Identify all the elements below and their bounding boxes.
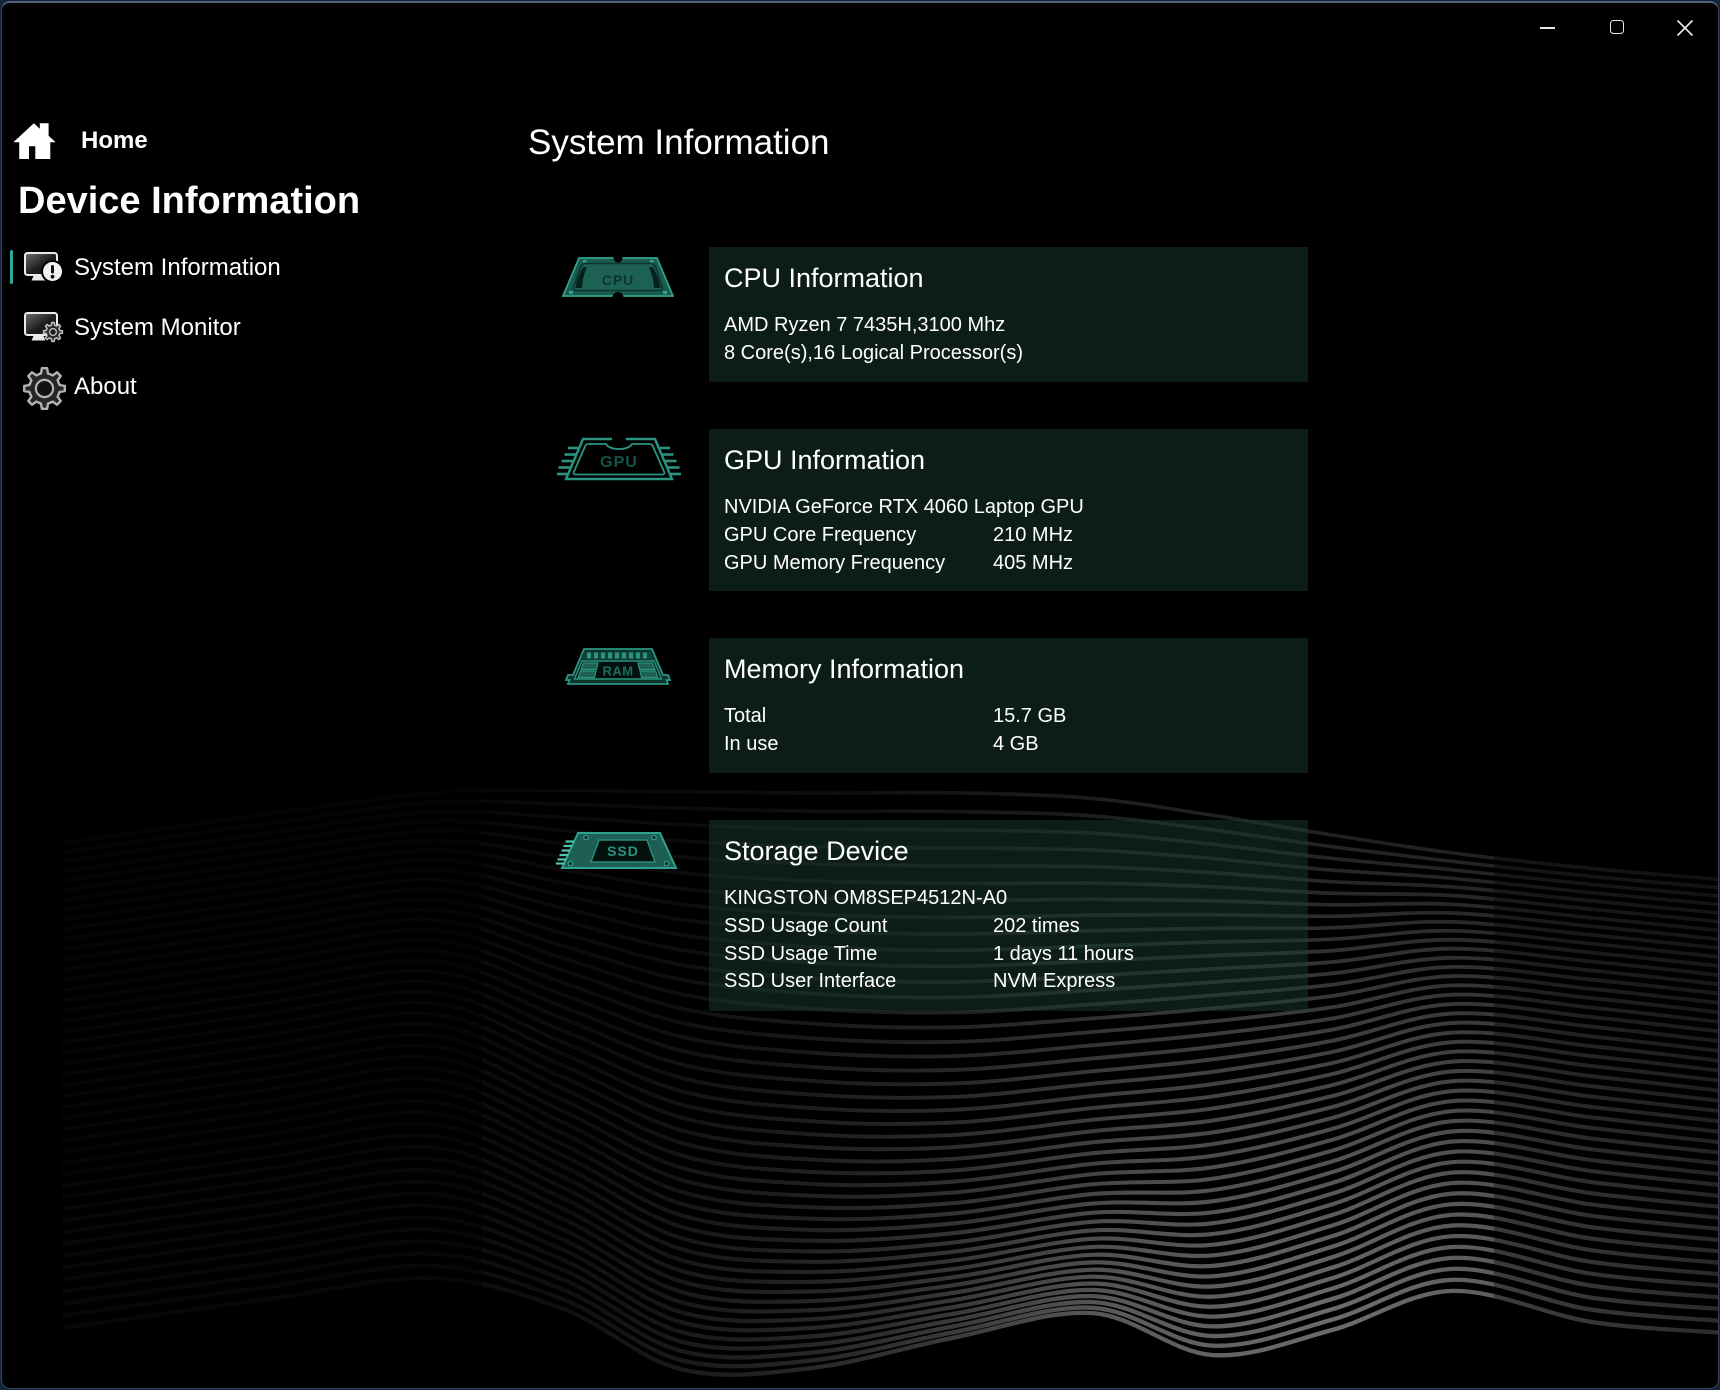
- svg-text:CPU: CPU: [602, 272, 635, 288]
- svg-text:SSD: SSD: [607, 843, 639, 859]
- svg-text:RAM: RAM: [602, 664, 633, 679]
- svg-text:GPU: GPU: [600, 454, 638, 471]
